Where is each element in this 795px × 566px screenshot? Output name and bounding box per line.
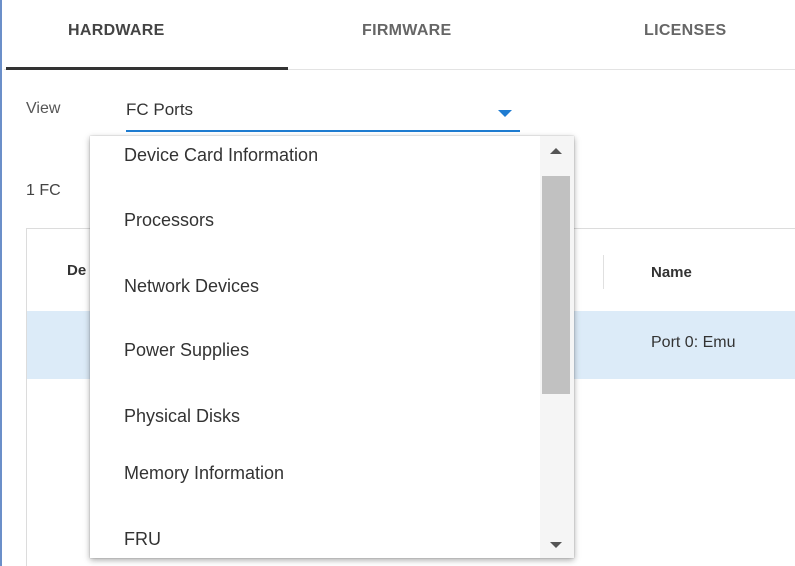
arrow-up-icon[interactable] (550, 148, 562, 154)
column-header-device[interactable]: De (67, 262, 86, 279)
results-count: 1 FC (26, 182, 61, 199)
tab-licenses[interactable]: LICENSES (644, 22, 726, 40)
view-dropdown-menu: Device Card Information Processors Netwo… (90, 136, 574, 558)
option-memory-information[interactable]: Memory Information (124, 463, 284, 484)
option-fru[interactable]: FRU (124, 529, 161, 550)
tab-hardware[interactable]: HARDWARE (68, 22, 165, 40)
active-tab-indicator (6, 67, 288, 70)
view-select[interactable]: FC Ports (126, 92, 520, 132)
tab-firmware[interactable]: FIRMWARE (362, 22, 452, 40)
tab-bar: HARDWARE FIRMWARE LICENSES (4, 0, 795, 70)
option-network-devices[interactable]: Network Devices (124, 276, 259, 297)
option-physical-disks[interactable]: Physical Disks (124, 406, 240, 427)
dropdown-scrollbar[interactable] (540, 136, 574, 558)
view-label: View (26, 100, 61, 117)
column-divider (603, 255, 604, 289)
caret-down-icon[interactable] (498, 110, 512, 117)
option-power-supplies[interactable]: Power Supplies (124, 340, 249, 361)
table-cell-name: Port 0: Emu (651, 334, 736, 351)
column-header-name[interactable]: Name (651, 264, 692, 281)
option-processors[interactable]: Processors (124, 210, 214, 231)
view-select-value: FC Ports (126, 100, 194, 119)
arrow-down-icon[interactable] (550, 542, 562, 548)
scrollbar-thumb[interactable] (542, 176, 570, 394)
option-device-card-information[interactable]: Device Card Information (124, 145, 318, 166)
app-frame: HARDWARE FIRMWARE LICENSES View FC Ports… (0, 0, 795, 566)
